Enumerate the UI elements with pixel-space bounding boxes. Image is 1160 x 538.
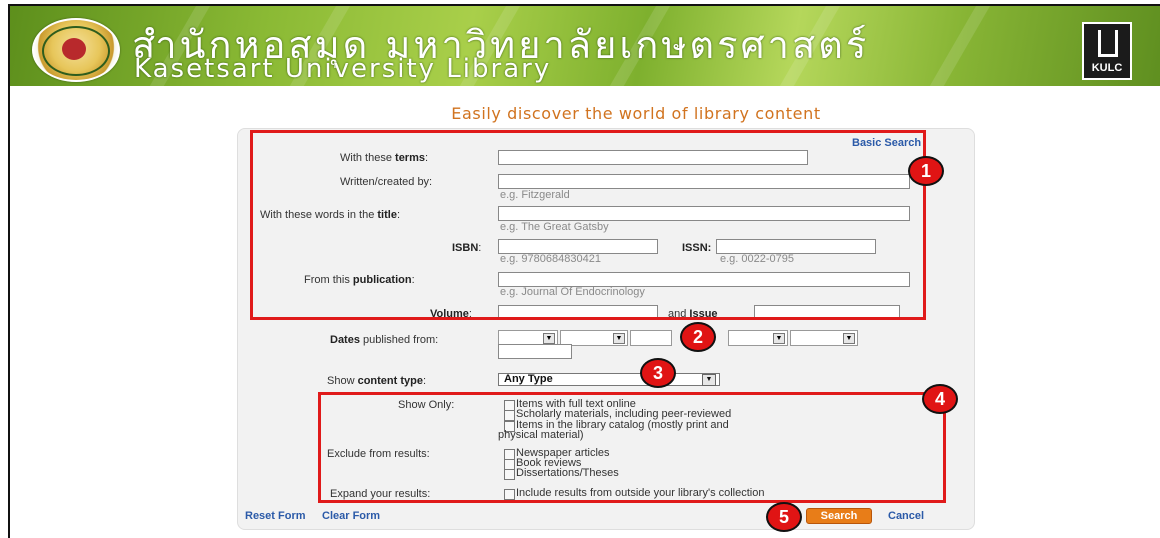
clear-form-link[interactable]: Clear Form	[322, 510, 380, 522]
tagline: Easily discover the world of library con…	[451, 104, 821, 123]
kulc-logo[interactable]: KULC	[1082, 22, 1132, 80]
annotation-badge-4: 4	[922, 384, 958, 414]
door-icon	[1098, 30, 1118, 57]
annotation-badge-1: 1	[908, 156, 944, 186]
chevron-down-icon: ▼	[702, 374, 716, 386]
date-to-day-select[interactable]: ▼	[790, 330, 858, 346]
annotation-box-4	[318, 392, 946, 503]
chevron-down-icon: ▼	[613, 333, 625, 344]
dates-label: Dates published from:	[330, 334, 439, 346]
library-banner: สำนักหอสมุด มหาวิทยาลัยเกษตรศาสตร์ Kaset…	[10, 6, 1160, 86]
content-type-value: Any Type	[504, 373, 553, 385]
annotation-box-1	[250, 130, 926, 320]
cancel-link[interactable]: Cancel	[888, 510, 924, 522]
university-seal-icon	[32, 18, 120, 82]
chevron-down-icon: ▼	[843, 333, 855, 344]
date-from-year-input[interactable]	[630, 330, 672, 346]
banner-english-title: Kasetsart University Library	[134, 54, 552, 84]
date-to-year-input[interactable]	[498, 344, 572, 359]
annotation-badge-5: 5	[766, 502, 802, 532]
content-type-label: Show content type:	[327, 375, 427, 387]
reset-form-link[interactable]: Reset Form	[245, 510, 306, 522]
page: สำนักหอสมุด มหาวิทยาลัยเกษตรศาสตร์ Kaset…	[0, 0, 1160, 538]
date-to-month-select[interactable]: ▼	[728, 330, 788, 346]
content-type-select[interactable]: Any Type ▼	[498, 373, 720, 386]
kulc-logo-text: KULC	[1091, 62, 1123, 74]
chevron-down-icon: ▼	[773, 333, 785, 344]
annotation-badge-3: 3	[640, 358, 676, 388]
search-button[interactable]: Search	[806, 508, 872, 524]
chevron-down-icon: ▼	[543, 333, 555, 344]
annotation-badge-2: 2	[680, 322, 716, 352]
